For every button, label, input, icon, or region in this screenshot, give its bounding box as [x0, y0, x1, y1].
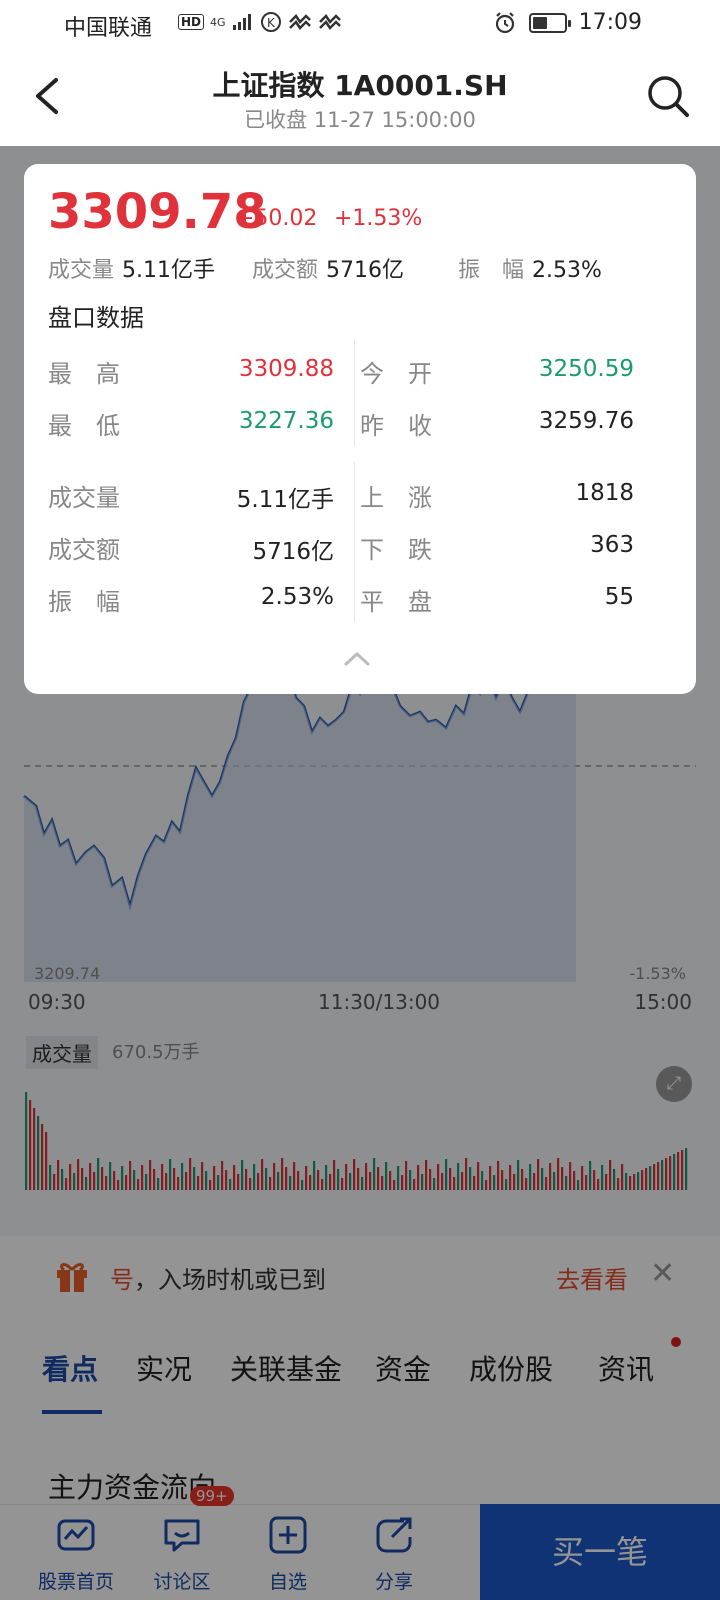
search-icon [648, 76, 689, 117]
open-label: 今 开 [360, 360, 432, 388]
decliners-label: 下 跌 [360, 536, 432, 564]
low-label: 最 低 [48, 412, 120, 440]
summary-turnover: 成交额 5716亿 [252, 252, 404, 284]
turnover-label: 成交额 [48, 536, 120, 564]
prev-close-value: 3259.76 [538, 408, 634, 434]
amplitude-value: 2.53% [260, 584, 334, 610]
advancers-label: 上 涨 [360, 484, 432, 512]
open-value: 3250.59 [538, 356, 634, 382]
quote-detail-card: 3309.78 +50.02 +1.53% 成交量 5.11亿手 成交额 5716亿… [24, 164, 696, 694]
market-status: 已收盘 11-27 15:00:00 [244, 108, 476, 132]
summary-value: 5.11亿手 [122, 258, 216, 283]
price-change-pct: +1.53% [334, 206, 423, 231]
divider [354, 462, 355, 622]
high-label: 最 高 [48, 360, 120, 388]
app-header: 上证指数 1A0001.SH 已收盘 11-27 15:00:00 [0, 48, 720, 146]
high-value: 3309.88 [238, 356, 334, 382]
amplitude-label: 振 幅 [48, 588, 120, 616]
summary-value: 2.53% [532, 258, 602, 283]
volume-label: 成交量 [48, 484, 120, 512]
divider [354, 340, 355, 446]
network-icon: 4G [210, 15, 226, 29]
carrier-label: 中国联通 [64, 16, 153, 41]
app-notify-icon-2 [318, 14, 341, 30]
unchanged-label: 平 盘 [360, 588, 432, 616]
status-bar: 中国联通 HD 4G K 17:09 [0, 0, 720, 48]
current-price: 3309.78 [48, 184, 267, 240]
svg-text:K: K [267, 16, 276, 30]
summary-value: 5716亿 [326, 258, 405, 283]
page-title: 上证指数 1A0001.SH [212, 69, 508, 102]
prev-close-label: 昨 收 [360, 412, 432, 440]
summary-label: 成交额 [252, 258, 319, 283]
chevron-up-icon[interactable] [342, 648, 372, 668]
advancers-value: 1818 [575, 480, 634, 506]
hd-icon: HD [178, 14, 205, 30]
low-value: 3227.36 [238, 408, 334, 434]
turnover-value: 5716亿 [252, 539, 334, 565]
clock-time: 17:09 [578, 10, 642, 35]
decliners-value: 363 [590, 532, 634, 558]
volume-value: 5.11亿手 [236, 487, 334, 513]
summary-label: 振 幅 [458, 258, 525, 283]
k-app-icon: K [260, 12, 281, 32]
unchanged-value: 55 [604, 584, 634, 610]
search-button[interactable] [646, 74, 690, 118]
status-right: 17:09 [493, 10, 642, 35]
signal-icon [232, 14, 251, 30]
battery-icon [528, 12, 571, 33]
price-change: +50.02 [236, 206, 318, 231]
summary-volume: 成交量 5.11亿手 [48, 252, 215, 284]
summary-amplitude: 振 幅 2.53% [458, 252, 602, 284]
order-book-title: 盘口数据 [48, 304, 144, 332]
app-notify-icon [288, 14, 311, 30]
summary-label: 成交量 [48, 258, 115, 283]
status-icons: HD 4G K [178, 11, 342, 33]
alarm-icon [495, 11, 514, 33]
